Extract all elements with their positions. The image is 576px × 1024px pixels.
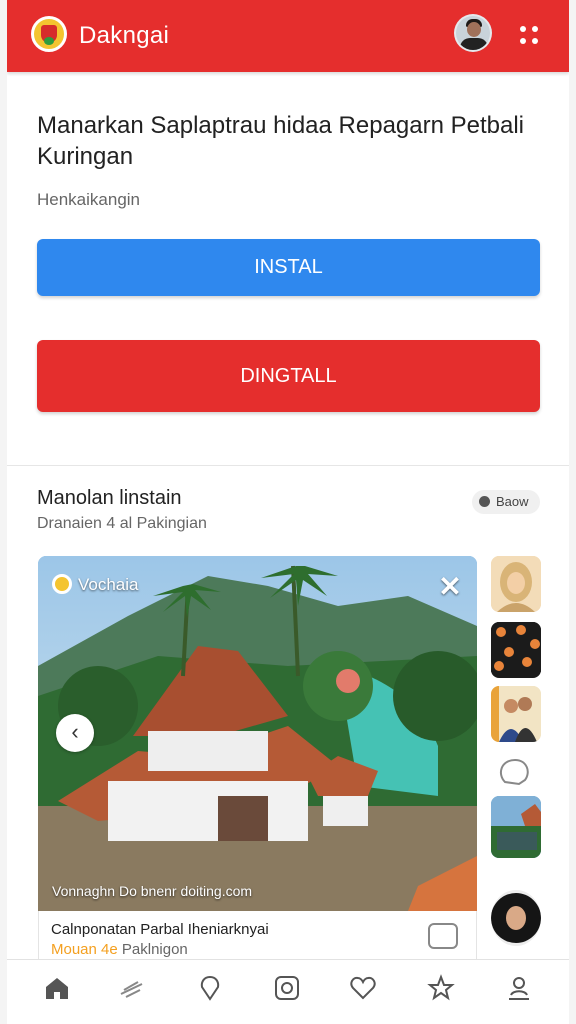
app-header: Dakngai — [7, 0, 569, 72]
caption-subtitle: Mouan 4e Paklnigon — [51, 941, 188, 958]
sticker-icon[interactable] — [491, 754, 541, 788]
bottom-nav — [7, 959, 569, 1024]
feather-icon[interactable] — [118, 974, 146, 1002]
dots-grid-icon[interactable] — [519, 24, 543, 46]
home-icon[interactable] — [43, 974, 71, 1002]
profile-icon[interactable] — [505, 974, 533, 1002]
caption-rest: Paklnigon — [121, 941, 188, 958]
location-chip[interactable]: Vochaia — [52, 574, 139, 595]
user-avatar[interactable] — [454, 14, 492, 52]
featured-photo[interactable]: Vochaia ✕ ‹ Vonnaghn Do bnenr doiting.co… — [38, 556, 477, 911]
pill-dot-icon — [479, 496, 490, 507]
section-subtitle: Dranaien 4 al Pakingian — [37, 515, 207, 532]
section-title: Manolan linstain — [37, 487, 182, 509]
page-subtitle: Henkaikangin — [37, 190, 141, 209]
install-button[interactable]: INSTAL — [37, 239, 540, 296]
divider — [7, 465, 569, 466]
thumbnail-pattern[interactable] — [491, 622, 541, 678]
caption-title: Calnponatan Parbal Iheniarknyai — [51, 921, 269, 938]
pill-label: Baow — [496, 494, 529, 509]
close-icon[interactable]: ✕ — [437, 573, 463, 601]
village-scene-image — [38, 556, 477, 911]
thumbnail-portrait-1[interactable] — [491, 556, 541, 612]
photo-credit: Vonnaghn Do bnenr doiting.com — [52, 883, 253, 899]
location-pin-icon — [52, 574, 72, 594]
star-icon[interactable] — [427, 974, 455, 1002]
heart-icon[interactable] — [349, 974, 377, 1002]
thumbnail-couple[interactable] — [491, 686, 541, 742]
thumbnail-portrait-2[interactable] — [491, 890, 541, 946]
photo-caption: Calnponatan Parbal Iheniarknyai Mouan 4e… — [38, 911, 477, 961]
pin-icon[interactable] — [196, 974, 224, 1002]
gallery-icon[interactable] — [428, 923, 458, 949]
app-logo-icon[interactable] — [31, 16, 67, 52]
thumbnail-building[interactable] — [491, 796, 541, 858]
uninstall-button[interactable]: DINGTALL — [37, 340, 540, 412]
caption-highlight: Mouan 4e — [51, 941, 118, 958]
filter-pill[interactable]: Baow — [472, 490, 540, 514]
chevron-left-icon[interactable]: ‹ — [56, 714, 94, 752]
app-screen: Dakngai Manarkan Saplaptrau hidaa Repaga… — [7, 0, 569, 1024]
page-title: Manarkan Saplaptrau hidaa Repagarn Petba… — [37, 112, 524, 170]
camera-icon[interactable] — [273, 974, 301, 1002]
location-label: Vochaia — [78, 575, 139, 594]
brand-title: Dakngai — [79, 22, 170, 49]
